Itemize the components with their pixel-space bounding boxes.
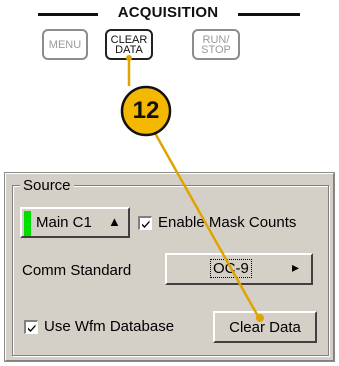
callout-dot-bottom	[256, 314, 264, 322]
callout-leader-bottom	[149, 125, 261, 319]
callout-dot-top	[126, 55, 132, 61]
callout-overlay	[120, 55, 264, 322]
callout-number: 12	[132, 97, 160, 124]
